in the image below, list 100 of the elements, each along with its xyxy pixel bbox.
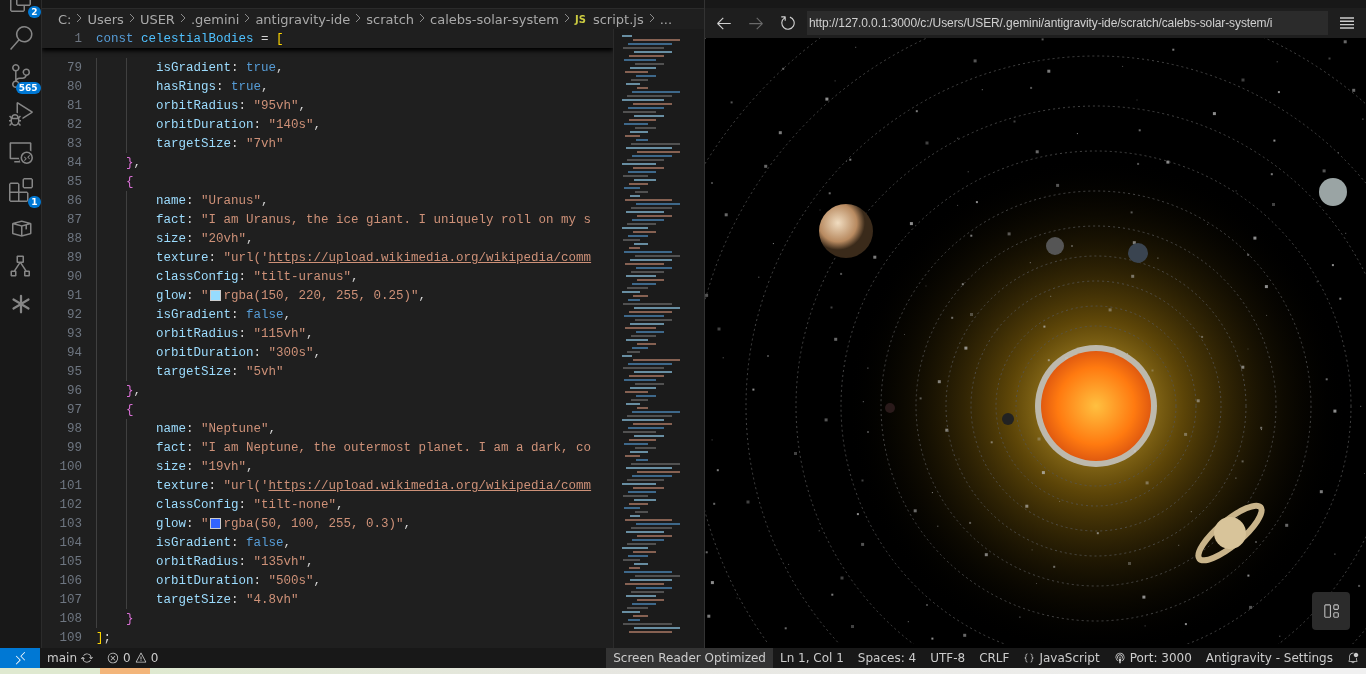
code-line: fact: "I am Uranus, the ice giant. I uniquely roll on my s [96, 210, 592, 229]
code-line: glow: " rgba(150, 220, 255, 0.25)", [96, 286, 427, 305]
code-line: isGradient: false, [96, 305, 292, 324]
code-line: classConfig: "tilt-uranus", [96, 267, 359, 286]
line-number: 93 [66, 326, 83, 341]
problems-status[interactable]: 0 0 [100, 648, 166, 668]
breadcrumb[interactable]: script.js [592, 11, 644, 27]
code-line: orbitDuration: "500s", [96, 571, 322, 590]
menu-icon [1340, 17, 1354, 29]
breadcrumb[interactable]: USER [139, 11, 175, 27]
status-item[interactable]: Spaces: 4 [850, 648, 924, 668]
line-number: 108 [58, 611, 83, 626]
line-number: 105 [58, 554, 83, 569]
breadcrumb[interactable]: calebs-solar-system [430, 11, 559, 27]
status-item[interactable]: UTF-8 [923, 648, 973, 668]
branch-status[interactable]: main [40, 648, 100, 668]
breadcrumb[interactable]: scratch [366, 11, 415, 27]
line-number: 104 [58, 535, 83, 550]
code-line: } [96, 609, 134, 628]
line-number: 97 [66, 402, 83, 417]
reload-icon [779, 14, 797, 32]
line-number: 109 [58, 630, 83, 645]
chevron-icon [354, 12, 363, 23]
line-number: 81 [66, 98, 83, 113]
chevron-icon [243, 12, 252, 23]
breadcrumb[interactable]: C: [58, 11, 72, 27]
line-number: 102 [58, 497, 83, 512]
code-line: orbitRadius: "115vh", [96, 324, 314, 343]
code-line: orbitRadius: "95vh", [96, 96, 307, 115]
code-line: hasRings: true, [96, 77, 269, 96]
status-item[interactable]: Screen Reader Optimized [606, 648, 773, 668]
line-number: 84 [66, 155, 83, 170]
line-number: 98 [66, 421, 83, 436]
count-badge: 565 [15, 82, 41, 94]
code-line: name: "Neptune", [96, 419, 277, 438]
js-file-icon: JS [575, 13, 586, 25]
line-number: 100 [58, 459, 83, 474]
line-number: 106 [58, 573, 83, 588]
search-icon[interactable] [8, 26, 33, 50]
code-line: const celestialBodies = [ [96, 31, 284, 46]
port-status[interactable]: Port: 3000 [1106, 648, 1199, 668]
code-line: classConfig: "tilt-none", [96, 495, 344, 514]
line-number: 89 [66, 250, 83, 265]
url-field[interactable]: http://127.0.0.1:3000/c:/Users/USER/.gemini/antigravity-ide/scratch/calebs-solar-system/i [807, 11, 1328, 35]
error-count: 0 [123, 651, 131, 665]
line-number: 83 [66, 136, 83, 151]
line-number: 79 [66, 60, 83, 75]
code-link[interactable]: https://upload.wikimedia.org/wikipedia/comm [268, 478, 592, 493]
line-number: 96 [66, 383, 83, 398]
line-number: 101 [58, 478, 83, 493]
chevron-icon [127, 12, 136, 23]
status-item[interactable]: CRLF [972, 648, 1017, 668]
breadcrumb[interactable]: ... [659, 11, 673, 27]
language-status[interactable]: JavaScript [1016, 648, 1107, 668]
layout-icon [1322, 602, 1340, 620]
count-badge: 1 [28, 196, 41, 208]
code-line: targetSize: "4.8vh" [96, 590, 299, 609]
braces-icon [1023, 652, 1036, 664]
breadcrumb[interactable]: Users [87, 11, 124, 27]
warning-icon [134, 652, 147, 664]
line-number: 95 [66, 364, 83, 379]
diagram-icon[interactable] [8, 254, 33, 278]
chevron-icon [178, 12, 187, 23]
code-line: { [96, 172, 134, 191]
layout-button[interactable] [1312, 592, 1350, 630]
code-line: texture: "url('https://upload.wikimedia.org/wikipedia/comm [96, 248, 592, 267]
code-line: }, [96, 381, 142, 400]
count-badge: 2 [28, 6, 41, 18]
play-bug-icon[interactable] [8, 102, 33, 126]
line-number: 1 [73, 31, 83, 46]
line-number: 94 [66, 345, 83, 360]
breadcrumb[interactable]: antigravity-ide [255, 11, 351, 27]
line-number: 91 [66, 288, 83, 303]
monitor-icon[interactable] [8, 140, 33, 164]
chevron-icon [563, 12, 571, 23]
line-number: 80 [66, 79, 83, 94]
line-number: 92 [66, 307, 83, 322]
code-line: ]; [96, 630, 112, 645]
chevron-icon [647, 12, 656, 23]
extensions-icon[interactable] [8, 178, 33, 202]
code-line: isGradient: false, [96, 533, 292, 552]
status-item[interactable]: Antigravity - Settings [1198, 648, 1340, 668]
code-line: orbitRadius: "135vh", [96, 552, 314, 571]
code-line: }, [96, 153, 142, 172]
line-number: 85 [66, 174, 83, 189]
bell-icon [1347, 652, 1359, 664]
status-item[interactable]: Ln 1, Col 1 [773, 648, 851, 668]
code-line: orbitDuration: "300s", [96, 343, 322, 362]
code-line: fact: "I am Neptune, the outermost planet. I am a dark, co [96, 438, 592, 457]
sync-icon [81, 652, 93, 664]
line-number: 87 [66, 212, 83, 227]
chevron-icon [75, 12, 84, 23]
line-number: 82 [66, 117, 83, 132]
code-line: texture: "url('https://upload.wikimedia.org/wikipedia/comm [96, 476, 592, 495]
breadcrumb[interactable]: .gemini [190, 11, 240, 27]
code-line: glow: " rgba(50, 100, 255, 0.3)", [96, 514, 412, 533]
code-link[interactable]: https://upload.wikimedia.org/wikipedia/comm [268, 250, 592, 265]
code-line: size: "20vh", [96, 229, 254, 248]
error-icon [107, 652, 119, 664]
code-line: orbitDuration: "140s", [96, 115, 322, 134]
